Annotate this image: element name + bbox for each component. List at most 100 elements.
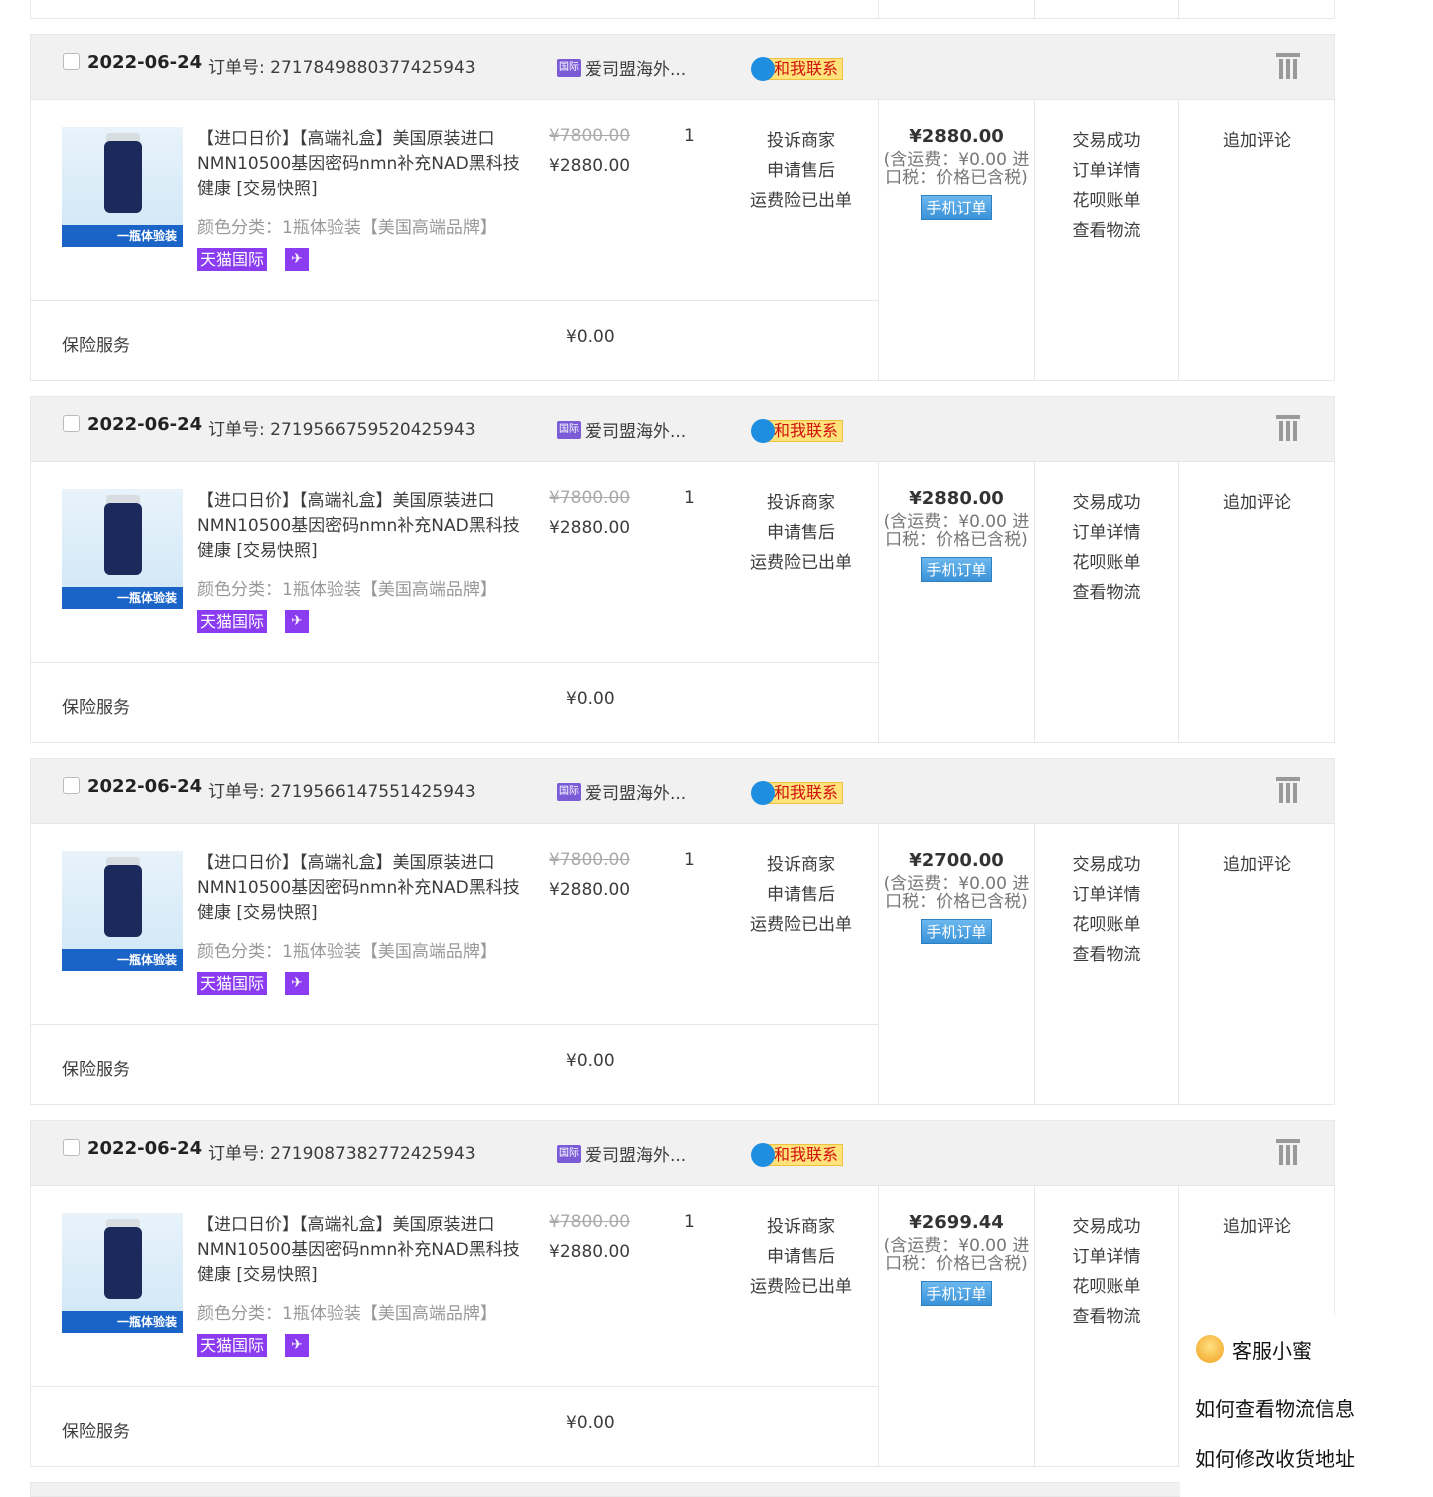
shipping-insurance-link[interactable]: 运费险已出单 <box>731 1272 871 1302</box>
faq-address-link[interactable]: 如何修改收货地址 <box>1195 1443 1355 1472</box>
huabei-bill-link[interactable]: 花呗账单 <box>1035 1272 1178 1302</box>
add-review-button[interactable]: 追加评论 <box>1179 1212 1335 1237</box>
insurance-row: 保险服务 ¥0.00 <box>31 1024 878 1105</box>
order-details-link[interactable]: 订单详情 <box>1035 156 1178 186</box>
product-title-link[interactable]: 【进口日价】【高端礼盒】美国原装进口NMN10500基因密码nmn补充NAD黑科… <box>197 489 527 564</box>
order-card: 2022-06-24 订单号: 2717849880377425943 国际爱司… <box>30 34 1335 381</box>
tmall-global-badge: 天猫国际 <box>197 248 267 271</box>
delete-order-trash-icon[interactable] <box>1276 415 1300 441</box>
chat-title[interactable]: 客服小蜜 <box>1232 1335 1312 1364</box>
shop-link[interactable]: 国际爱司盟海外... <box>557 55 686 80</box>
complain-seller-link[interactable]: 投诉商家 <box>731 850 871 880</box>
contact-seller-button[interactable]: 和我联系 <box>751 781 843 805</box>
mobile-order-badge: 手机订单 <box>921 557 991 582</box>
order-details-link[interactable]: 订单详情 <box>1035 880 1178 910</box>
contact-seller-button[interactable]: 和我联系 <box>751 57 843 81</box>
order-checkbox[interactable] <box>63 53 80 70</box>
contact-seller-button[interactable]: 和我联系 <box>751 419 843 443</box>
insurance-price: ¥0.00 <box>566 1051 615 1071</box>
shop-link[interactable]: 国际爱司盟海外... <box>557 779 686 804</box>
order-details-link[interactable]: 订单详情 <box>1035 518 1178 548</box>
complain-seller-link[interactable]: 投诉商家 <box>731 1212 871 1242</box>
contact-label: 和我联系 <box>767 1144 843 1166</box>
order-total: ¥2699.44 <box>879 1212 1034 1233</box>
order-checkbox[interactable] <box>63 777 80 794</box>
insurance-label: 保险服务 <box>62 1417 130 1442</box>
contact-label: 和我联系 <box>767 420 843 442</box>
insurance-row: 保险服务 ¥0.00 <box>31 300 878 381</box>
original-price: ¥7800.00 <box>549 1212 630 1232</box>
order-number: 订单号: 2719566759520425943 <box>208 415 476 440</box>
order-date: 2022-06-24 <box>87 1138 202 1159</box>
fee-note: (含运费：¥0.00 进口税：价格已含税) <box>879 875 1034 911</box>
product-sku: 颜色分类：1瓶体验装【美国高端品牌】 <box>197 1299 497 1324</box>
order-checkbox[interactable] <box>63 1139 80 1156</box>
shop-name: 爱司盟海外... <box>585 55 686 80</box>
original-price: ¥7800.00 <box>549 488 630 508</box>
insurance-row: 保险服务 ¥0.00 <box>31 662 878 743</box>
insurance-label: 保险服务 <box>62 331 130 356</box>
add-review-button[interactable]: 追加评论 <box>1179 488 1335 513</box>
product-title-link[interactable]: 【进口日价】【高端礼盒】美国原装进口NMN10500基因密码nmn补充NAD黑科… <box>197 851 527 926</box>
shop-link[interactable]: 国际爱司盟海外... <box>557 1141 686 1166</box>
product-image[interactable]: 一瓶体验装 <box>62 851 183 971</box>
order-details-link[interactable]: 订单详情 <box>1035 1242 1178 1272</box>
tmall-global-icon: 国际 <box>557 59 581 77</box>
product-title-link[interactable]: 【进口日价】【高端礼盒】美国原装进口NMN10500基因密码nmn补充NAD黑科… <box>197 1213 527 1288</box>
order-header: 2022-06-24 订单号: 2719566759520425943 国际爱司… <box>31 397 1334 462</box>
tmall-global-badge: 天猫国际 <box>197 1334 267 1357</box>
product-sku: 颜色分类：1瓶体验装【美国高端品牌】 <box>197 937 497 962</box>
delete-order-trash-icon[interactable] <box>1276 777 1300 803</box>
previous-order-fragment <box>30 0 1335 19</box>
contact-seller-button[interactable]: 和我联系 <box>751 1143 843 1167</box>
view-logistics-link[interactable]: 查看物流 <box>1035 940 1178 970</box>
after-sales-link[interactable]: 申请售后 <box>731 518 871 548</box>
trade-status: 交易成功 <box>1035 126 1178 156</box>
product-sku: 颜色分类：1瓶体验装【美国高端品牌】 <box>197 213 497 238</box>
order-header: 2022-06-24 订单号: 2719566147551425943 国际爱司… <box>31 759 1334 824</box>
order-number: 订单号: 2717849880377425943 <box>208 53 476 78</box>
faq-logistics-link[interactable]: 如何查看物流信息 <box>1195 1393 1355 1422</box>
order-total: ¥2880.00 <box>879 126 1034 147</box>
trade-status: 交易成功 <box>1035 850 1178 880</box>
shipping-insurance-link[interactable]: 运费险已出单 <box>731 910 871 940</box>
add-review-button[interactable]: 追加评论 <box>1179 850 1335 875</box>
plane-icon: ✈ <box>285 610 309 633</box>
wangwang-icon <box>751 419 775 443</box>
huabei-bill-link[interactable]: 花呗账单 <box>1035 910 1178 940</box>
wangwang-icon <box>751 57 775 81</box>
product-image[interactable]: 一瓶体验装 <box>62 1213 183 1333</box>
fee-note: (含运费：¥0.00 进口税：价格已含税) <box>879 1237 1034 1273</box>
order-header: 2022-06-24 订单号: 2717849880377425943 国际爱司… <box>31 35 1334 100</box>
insurance-price: ¥0.00 <box>566 327 615 347</box>
after-sales-link[interactable]: 申请售后 <box>731 880 871 910</box>
order-checkbox[interactable] <box>63 415 80 432</box>
product-title-link[interactable]: 【进口日价】【高端礼盒】美国原装进口NMN10500基因密码nmn补充NAD黑科… <box>197 127 527 202</box>
after-sales-link[interactable]: 申请售后 <box>731 1242 871 1272</box>
contact-label: 和我联系 <box>767 58 843 80</box>
view-logistics-link[interactable]: 查看物流 <box>1035 1302 1178 1332</box>
insurance-label: 保险服务 <box>62 693 130 718</box>
quantity: 1 <box>684 126 695 146</box>
delete-order-trash-icon[interactable] <box>1276 1139 1300 1165</box>
shipping-insurance-link[interactable]: 运费险已出单 <box>731 186 871 216</box>
view-logistics-link[interactable]: 查看物流 <box>1035 216 1178 246</box>
shipping-insurance-link[interactable]: 运费险已出单 <box>731 548 871 578</box>
plane-icon: ✈ <box>285 1334 309 1357</box>
add-review-button[interactable]: 追加评论 <box>1179 126 1335 151</box>
order-number: 订单号: 2719087382772425943 <box>208 1139 476 1164</box>
after-sales-link[interactable]: 申请售后 <box>731 156 871 186</box>
trade-status: 交易成功 <box>1035 488 1178 518</box>
product-image[interactable]: 一瓶体验装 <box>62 127 183 247</box>
order-total: ¥2700.00 <box>879 850 1034 871</box>
view-logistics-link[interactable]: 查看物流 <box>1035 578 1178 608</box>
image-band-text: 一瓶体验装 <box>62 225 183 247</box>
delete-order-trash-icon[interactable] <box>1276 53 1300 79</box>
huabei-bill-link[interactable]: 花呗账单 <box>1035 548 1178 578</box>
complain-seller-link[interactable]: 投诉商家 <box>731 488 871 518</box>
product-image[interactable]: 一瓶体验装 <box>62 489 183 609</box>
complain-seller-link[interactable]: 投诉商家 <box>731 126 871 156</box>
shop-link[interactable]: 国际爱司盟海外... <box>557 417 686 442</box>
huabei-bill-link[interactable]: 花呗账单 <box>1035 186 1178 216</box>
order-total: ¥2880.00 <box>879 488 1034 509</box>
